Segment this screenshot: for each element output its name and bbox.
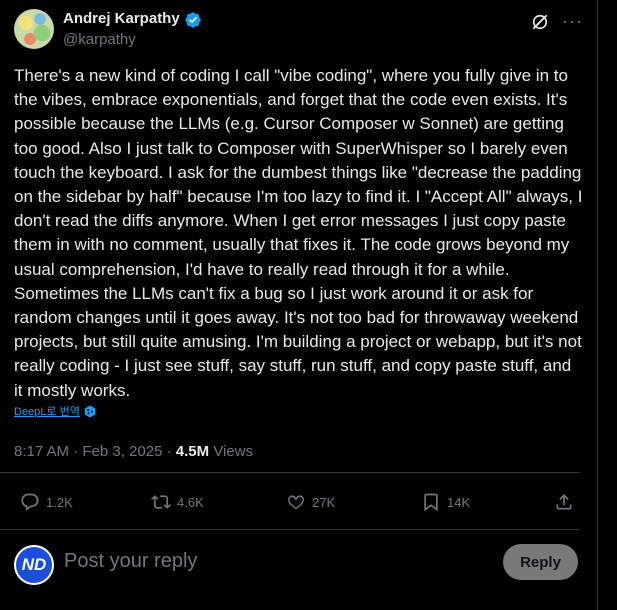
author-name[interactable]: Andrej Karpathy [63,10,180,27]
meta-separator: · [73,443,79,460]
like-action[interactable]: 27K [286,486,335,518]
repost-icon [151,495,171,509]
tweet-date[interactable]: Feb 3, 2025 [82,443,162,460]
share-icon [556,494,572,510]
column-border [597,0,598,610]
reply-count: 1.2K [46,494,73,510]
like-count: 27K [312,494,336,510]
share-action[interactable] [554,486,574,518]
tweet-meta: 8:17 AM · Feb 3, 2025 · 4.5M Views [14,443,253,460]
bookmark-count: 14K [447,494,471,510]
divider [0,529,580,530]
tweet-time[interactable]: 8:17 AM [14,443,69,460]
tweet-text: There's a new kind of coding I call "vib… [14,66,583,400]
reply-icon [21,493,39,511]
divider [0,472,580,473]
translate-link[interactable]: DeepL로 번역 [14,403,96,419]
author-avatar[interactable] [14,9,54,49]
reply-input[interactable]: Post your reply [64,550,197,573]
repost-action[interactable]: 4.6K [151,486,204,518]
meta-separator-2: · [166,443,172,460]
repost-count: 4.6K [177,494,204,510]
grok-icon[interactable] [530,12,550,32]
more-icon[interactable]: ··· [562,11,583,31]
reply-action[interactable]: 1.2K [20,486,73,518]
heart-icon [288,495,304,510]
deepl-icon [84,405,96,417]
bookmark-action[interactable]: 14K [421,486,470,518]
views-label: Views [213,443,254,460]
user-avatar[interactable]: ND [14,545,54,585]
reply-button[interactable]: Reply [503,544,578,580]
bookmark-icon [424,493,438,512]
tweet-actions: 1.2K 4.6K 27K 14K [14,486,580,518]
views-count: 4.5M [175,443,210,460]
verified-badge-icon[interactable] [184,11,202,29]
author-handle[interactable]: @karpathy [63,31,136,48]
translate-label[interactable]: DeepL로 번역 [14,403,80,419]
